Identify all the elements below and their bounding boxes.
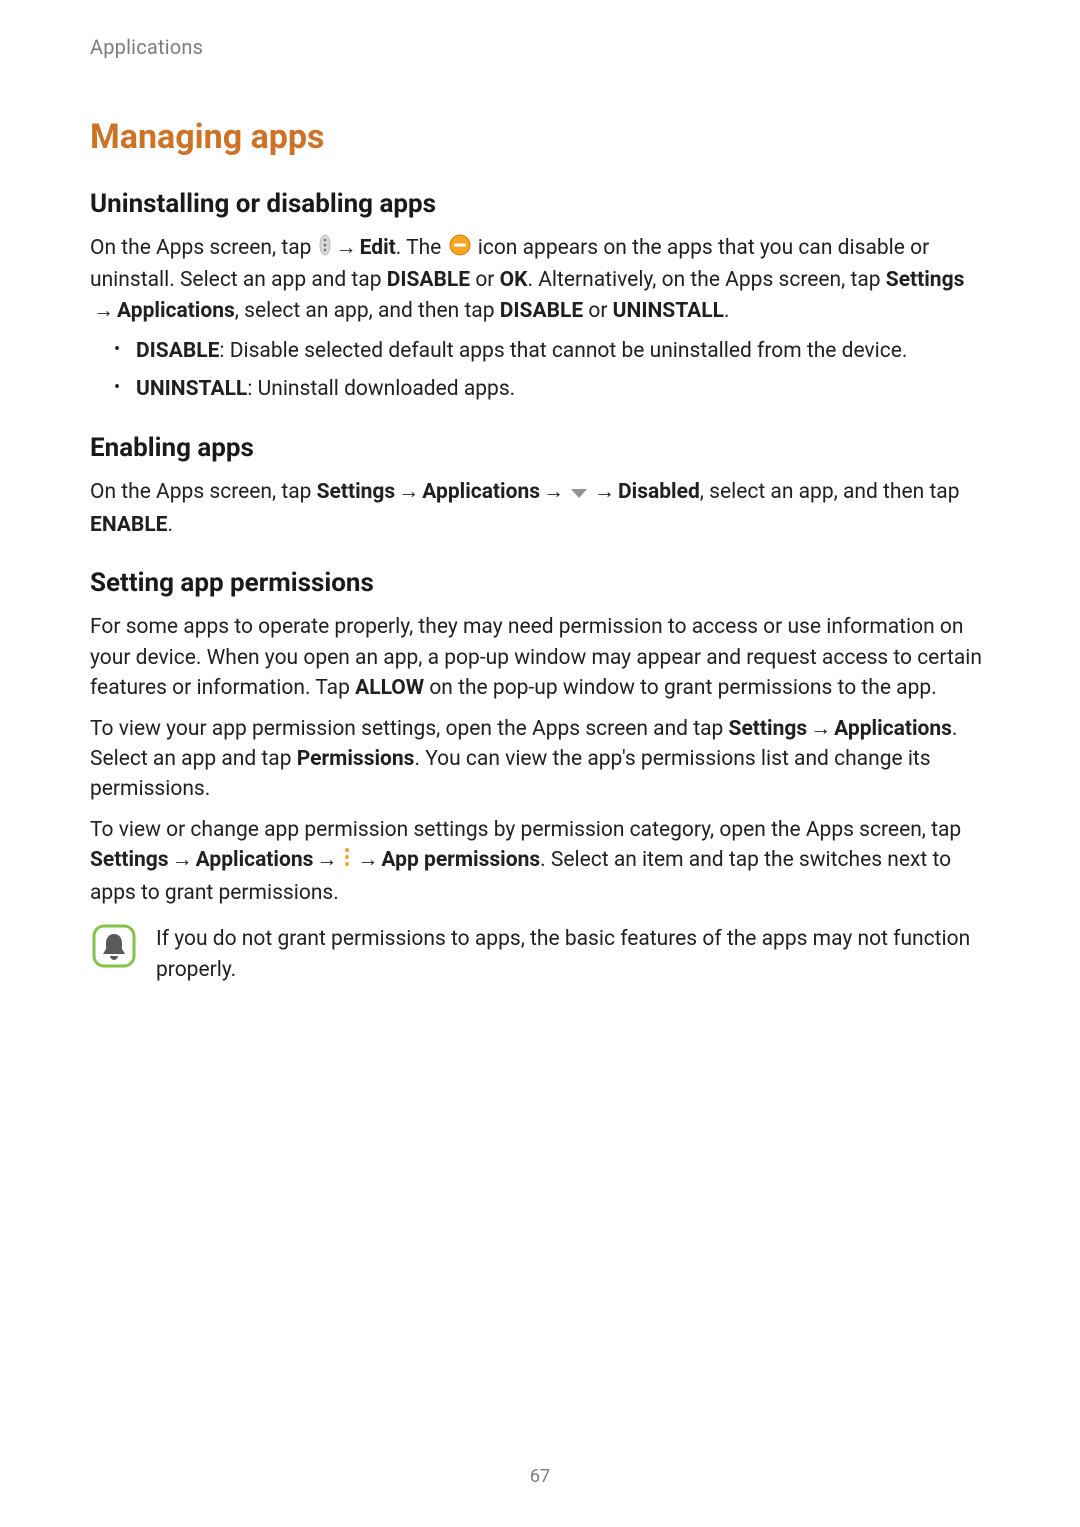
text: or <box>583 299 613 323</box>
arrow: → <box>591 477 618 507</box>
note-block: If you do not grant permissions to apps,… <box>90 924 990 985</box>
text: On the Apps screen, tap <box>90 480 317 504</box>
arrow: → <box>395 477 422 507</box>
arrow: → <box>354 845 381 875</box>
label-ok: OK <box>500 268 528 292</box>
paragraph-permissions-1: For some apps to operate properly, they … <box>90 612 990 703</box>
arrow: → <box>90 296 117 326</box>
heading-uninstalling: Uninstalling or disabling apps <box>90 189 990 219</box>
text: To view your app permission settings, op… <box>90 717 729 741</box>
label-app-permissions: App permissions <box>381 848 540 872</box>
chevron-down-icon <box>569 479 589 509</box>
label-enable: ENABLE <box>90 513 168 537</box>
label-allow: ALLOW <box>355 676 424 700</box>
label-settings: Settings <box>886 268 965 292</box>
label-applications: Applications <box>834 717 952 741</box>
text: , select an app, and then tap <box>700 480 960 504</box>
label-disable: DISABLE <box>136 339 219 363</box>
text: : Disable selected default apps that can… <box>219 339 907 363</box>
text: To view or change app permission setting… <box>90 818 961 842</box>
label-uninstall: UNINSTALL <box>613 299 724 323</box>
text: . <box>168 513 174 537</box>
label-edit: Edit <box>360 236 396 260</box>
text: or <box>470 268 500 292</box>
text: , select an app, and then tap <box>235 299 500 323</box>
label-disable: DISABLE <box>387 268 470 292</box>
more-icon <box>319 234 331 265</box>
note-bell-icon <box>92 924 136 972</box>
arrow: → <box>807 714 834 744</box>
paragraph-permissions-3: To view or change app permission setting… <box>90 815 990 908</box>
paragraph-permissions-2: To view your app permission settings, op… <box>90 714 990 805</box>
more-vertical-icon <box>342 846 352 877</box>
label-applications: Applications <box>196 848 314 872</box>
paragraph-enabling: On the Apps screen, tap Settings → Appli… <box>90 477 990 540</box>
label-applications: Applications <box>117 299 235 323</box>
label-settings: Settings <box>729 717 808 741</box>
label-settings: Settings <box>90 848 169 872</box>
heading-permissions: Setting app permissions <box>90 568 990 598</box>
text: . The <box>396 236 447 260</box>
list-item: UNINSTALL: Uninstall downloaded apps. <box>118 374 990 406</box>
page: Applications Managing apps Uninstalling … <box>0 0 1080 1527</box>
page-number: 67 <box>0 1466 1080 1487</box>
text: : Uninstall downloaded apps. <box>247 377 515 401</box>
running-header: Applications <box>90 35 990 59</box>
list-item: DISABLE: Disable selected default apps t… <box>118 336 990 368</box>
label-settings: Settings <box>317 480 396 504</box>
text: On the Apps screen, tap <box>90 236 317 260</box>
note-text: If you do not grant permissions to apps,… <box>156 924 990 985</box>
minus-badge-icon <box>449 234 471 265</box>
label-uninstall: UNINSTALL <box>136 377 247 401</box>
label-permissions: Permissions <box>297 747 415 771</box>
paragraph-uninstalling: On the Apps screen, tap → Edit. The icon… <box>90 233 990 326</box>
label-applications: Applications <box>422 480 540 504</box>
arrow: → <box>333 233 360 263</box>
arrow: → <box>169 845 196 875</box>
text: on the pop-up window to grant permission… <box>424 676 937 700</box>
label-disabled: Disabled <box>618 480 700 504</box>
list-uninstalling: DISABLE: Disable selected default apps t… <box>90 336 990 405</box>
page-title: Managing apps <box>90 117 990 157</box>
label-disable: DISABLE <box>500 299 583 323</box>
text: . <box>724 299 730 323</box>
arrow: → <box>313 845 340 875</box>
text: . Alternatively, on the Apps screen, tap <box>527 268 885 292</box>
heading-enabling: Enabling apps <box>90 433 990 463</box>
arrow: → <box>540 477 567 507</box>
